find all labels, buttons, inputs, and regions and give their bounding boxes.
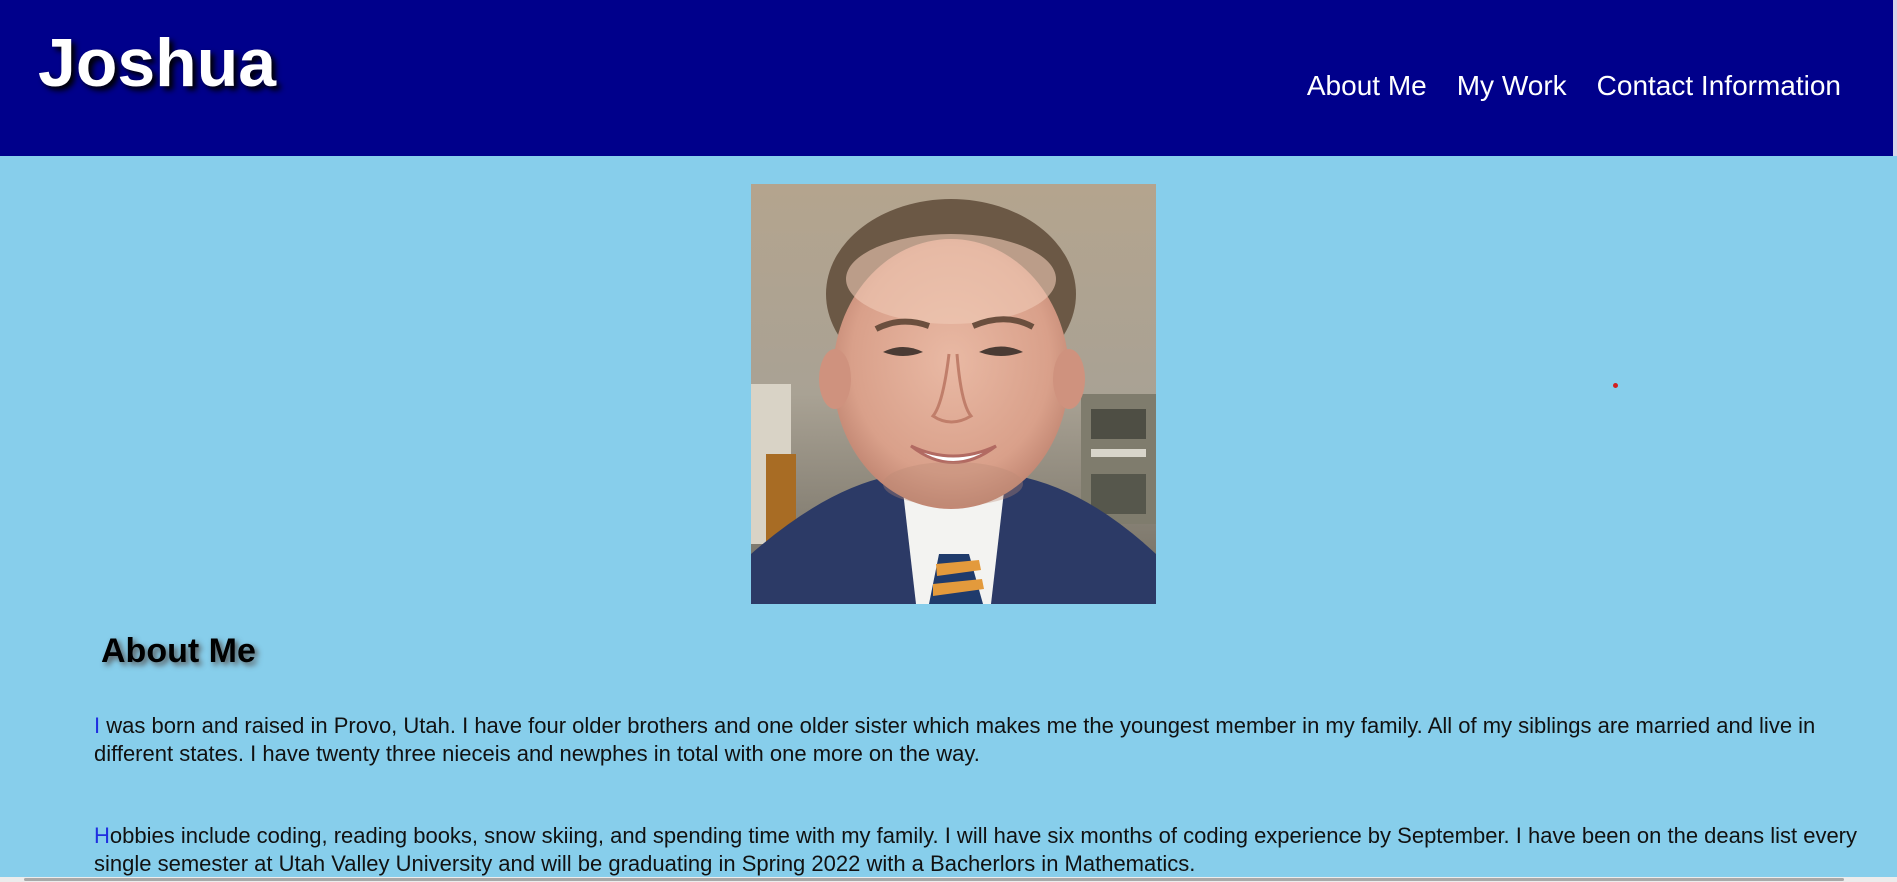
- site-header: Joshua About Me My Work Contact Informat…: [0, 0, 1897, 156]
- about-paragraph-1: I was born and raised in Provo, Utah. I …: [94, 712, 1864, 768]
- nav-link-my-work[interactable]: My Work: [1457, 70, 1567, 102]
- paragraph-2-text: obbies include coding, reading books, sn…: [94, 823, 1858, 876]
- site-title: Joshua: [38, 25, 277, 101]
- main-nav: About Me My Work Contact Information: [1307, 70, 1841, 102]
- page: Joshua About Me My Work Contact Informat…: [0, 0, 1897, 882]
- nav-link-contact-information[interactable]: Contact Information: [1597, 70, 1841, 102]
- about-me-heading: About Me: [101, 632, 256, 670]
- nav-link-about-me[interactable]: About Me: [1307, 70, 1427, 102]
- about-paragraph-2: Hobbies include coding, reading books, s…: [94, 822, 1864, 878]
- profile-photo: [751, 184, 1156, 604]
- paragraph-1-text: was born and raised in Provo, Utah. I ha…: [94, 713, 1816, 766]
- horizontal-scrollbar-thumb[interactable]: [24, 878, 1844, 881]
- paragraph-2-first-letter: H: [94, 823, 110, 848]
- red-dot-marker: [1613, 383, 1618, 388]
